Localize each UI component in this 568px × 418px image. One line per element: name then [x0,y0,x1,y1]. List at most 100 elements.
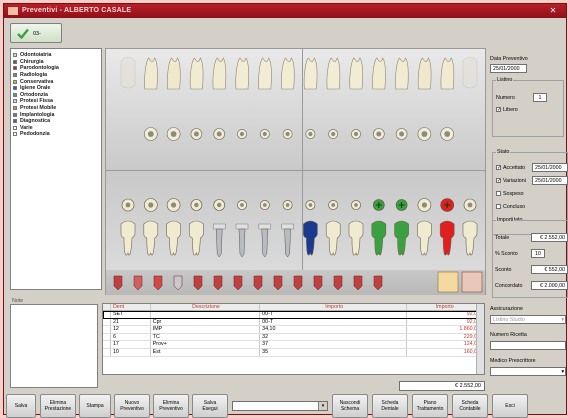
upper-tooth[interactable] [258,57,272,90]
tool-icon[interactable] [173,275,183,291]
table-scrollbar[interactable] [476,304,484,374]
implant-screw[interactable] [261,228,269,258]
upper-tooth-crown[interactable] [144,57,158,90]
category-item[interactable]: Igiene Orale [13,85,99,92]
lower-occlusal-pit[interactable] [354,203,358,207]
lower-tooth[interactable] [348,220,364,256]
category-item[interactable]: Radiologia [13,72,99,79]
category-item[interactable]: Protesi Fissa [13,98,99,105]
category-item[interactable]: Diagnostica [13,118,99,125]
upper-tooth-crown[interactable] [258,57,272,90]
upper-tooth[interactable] [326,57,341,90]
notes-field[interactable] [10,304,98,388]
sconto-amount-field[interactable]: € 552,00 [531,265,568,274]
upper-occlusal-pit[interactable] [262,131,267,137]
upper-tooth[interactable] [189,57,204,90]
table-row[interactable]: SET 00-T 92,00 [103,311,484,319]
upper-tooth-crown[interactable] [120,56,136,89]
lower-occlusal-pit[interactable] [308,203,313,207]
libero-check[interactable]: ✓ [496,107,501,113]
lower-tooth[interactable] [462,220,478,256]
table-row[interactable]: 21 Cpr 00-T 92,00 [103,318,484,327]
tool-icon[interactable] [213,275,223,291]
dental-chart[interactable] [105,48,486,295]
stato-item[interactable]: ✓ Accettato [496,165,525,171]
upper-tooth-crown[interactable] [462,56,478,89]
salva-button[interactable]: Salva [6,394,36,418]
upper-tooth[interactable] [120,56,136,89]
salva-esegui-button[interactable]: Salva Esegui [192,394,228,418]
tool-icon[interactable] [233,275,243,291]
category-item[interactable]: Pedodonzia [13,131,99,138]
category-item[interactable]: Parodontologia [13,65,99,72]
tool-icon[interactable] [133,275,143,291]
lower-occlusal-pit[interactable] [331,203,336,207]
hand-tool-icon[interactable] [437,271,459,293]
upper-tooth[interactable] [144,57,158,90]
sconto-field[interactable]: 10 [531,249,545,258]
lower-tooth[interactable] [189,220,204,256]
elimina-preventivo-button[interactable]: Elimina Preventivo [153,394,189,418]
tool-icon[interactable] [153,275,163,291]
stato-checkbox[interactable] [496,204,501,210]
nuovo-preventivo-button[interactable]: Nuovo Preventivo [114,394,150,418]
scheda-contabile-button[interactable]: Scheda Contabile [452,394,488,418]
upper-tooth[interactable] [372,57,386,90]
upper-tooth-crown[interactable] [372,57,386,90]
medico-select[interactable]: ▾ [490,367,566,376]
upper-occlusal-pit[interactable] [193,131,199,137]
category-item[interactable]: Implantologia [13,111,99,118]
implant-screw[interactable] [284,228,291,258]
numero-ricetta-field[interactable] [490,341,566,350]
lower-occlusal-pit[interactable] [421,202,427,208]
upper-tooth[interactable] [303,57,318,90]
upper-tooth[interactable] [462,56,478,89]
action-select[interactable]: ▾ [232,401,328,411]
lower-occlusal-pit[interactable] [217,202,222,208]
upper-tooth-crown[interactable] [417,57,432,90]
tool-icon[interactable] [253,275,263,291]
upper-occlusal-pit[interactable] [216,131,222,137]
data-preventivo-field[interactable]: 25/01/2000 [490,64,527,73]
stato-date-field[interactable]: 25/01/2000 [532,163,568,172]
category-item[interactable]: Ortodonzia [13,92,99,99]
table-row[interactable]: 17 Prov+ 37 124,00 [103,341,484,349]
tooth-tool-icon[interactable] [461,271,483,293]
tool-icon[interactable] [333,275,343,291]
tool-icon[interactable] [353,275,363,291]
lower-tooth[interactable] [325,220,341,256]
table-row[interactable]: 6 TC 32 229,00 [103,333,484,342]
lower-occlusal-pit[interactable] [171,202,177,208]
tool-icon[interactable] [273,275,283,291]
lower-occlusal-pit[interactable] [194,202,199,208]
table-row[interactable]: 12 IMP 34,10 1.860,00 [103,326,484,334]
upper-occlusal-pit[interactable] [147,131,154,137]
treatment-table[interactable]: Dent Descrizione Importo Importo SET 00-T… [102,303,485,375]
lower-occlusal-pit[interactable] [262,203,267,207]
category-item[interactable]: Chirurgia [13,59,99,66]
close-button[interactable]: ✕ [546,6,560,16]
implant-crown[interactable] [258,223,272,230]
upper-occlusal-pit[interactable] [353,131,359,137]
piano-trattamento-button[interactable]: Piano Trattamento [412,394,448,418]
upper-tooth[interactable] [417,57,432,90]
upper-tooth-crown[interactable] [167,57,181,90]
implant-screw[interactable] [215,228,223,258]
upper-tooth-crown[interactable] [235,57,249,90]
category-item[interactable]: Conservativa [13,78,99,85]
lower-occlusal-pit[interactable] [240,203,244,207]
lower-occlusal-pit[interactable] [467,202,473,208]
stato-checkbox[interactable]: ✓ [496,165,501,171]
upper-occlusal-pit[interactable] [444,131,451,137]
esci-button[interactable]: Esci [492,394,528,418]
tool-icon[interactable] [373,275,383,291]
numero-field[interactable]: 1 [533,93,547,102]
upper-tooth[interactable] [167,57,181,90]
category-item[interactable]: Odontoiatria [13,52,99,59]
upper-tooth[interactable] [281,57,295,90]
upper-tooth[interactable] [349,57,363,90]
tool-icon[interactable] [293,275,303,291]
scheda-dentale-button[interactable]: Scheda Dentale [372,394,408,418]
stato-item[interactable]: Sospeso [496,191,524,197]
lower-tooth[interactable] [303,220,318,256]
